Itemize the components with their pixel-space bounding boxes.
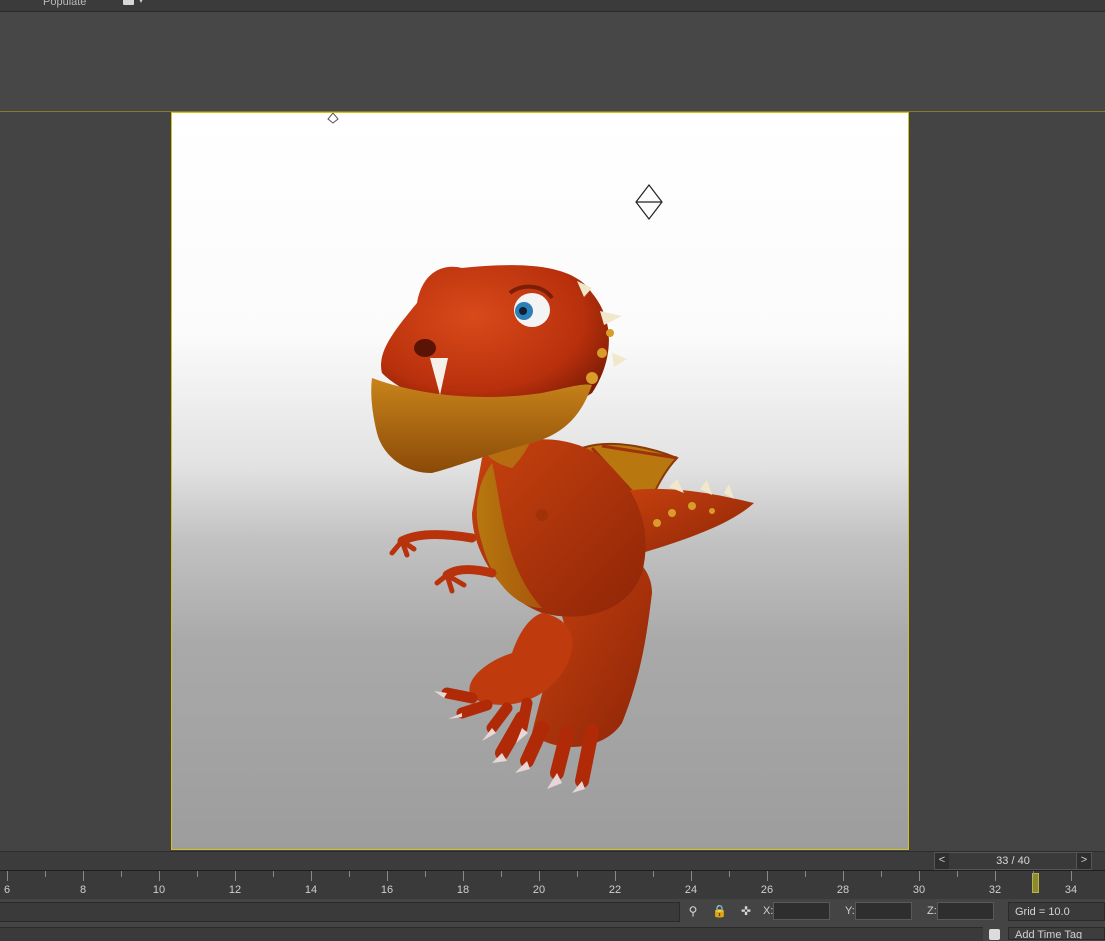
ruler-major-tick (919, 871, 920, 881)
absolute-transform-icon[interactable]: ✜ (739, 904, 753, 918)
ruler-major-tick (311, 871, 312, 881)
ruler-major-tick (615, 871, 616, 881)
ruler-major-tick (83, 871, 84, 881)
light-gizmo-small (327, 113, 339, 124)
ruler-major-tick (159, 871, 160, 881)
chevron-down-icon[interactable]: ▾ (139, 0, 143, 5)
ruler-frame-label: 22 (608, 884, 622, 896)
ruler-minor-tick (577, 871, 578, 877)
ruler-frame-label: 6 (3, 884, 11, 896)
ruler-minor-tick (121, 871, 122, 877)
ruler-minor-tick (197, 871, 198, 877)
ruler-frame-label: 24 (684, 884, 698, 896)
ruler-frame-label: 12 (228, 884, 242, 896)
ruler-major-tick (995, 871, 996, 881)
x-coord-label: X: (763, 905, 774, 917)
ruler-frame-label: 32 (988, 884, 1002, 896)
ruler-frame-label: 14 (304, 884, 318, 896)
time-slider[interactable]: < 33 / 40 > (934, 852, 1092, 870)
ruler-minor-tick (653, 871, 654, 877)
ruler-major-tick (539, 871, 540, 881)
frame-counter[interactable]: 33 / 40 (949, 853, 1077, 869)
x-coord-field[interactable] (773, 902, 830, 920)
ruler-frame-label: 8 (79, 884, 87, 896)
ruler-minor-tick (881, 871, 882, 877)
y-coord-label: Y: (845, 905, 855, 917)
ruler-frame-label: 18 (456, 884, 470, 896)
y-coord-field[interactable] (855, 902, 912, 920)
ruler-frame-label: 30 (912, 884, 926, 896)
top-toolbar-strip: Populate ▾ (0, 0, 1105, 12)
ruler-frame-label: 16 (380, 884, 394, 896)
lock-selection-icon[interactable]: 🔒 (712, 904, 727, 918)
dragon-scene (327, 113, 754, 793)
ruler-frame-label: 20 (532, 884, 546, 896)
ruler-frame-label: 34 (1064, 884, 1078, 896)
ruler-minor-tick (425, 871, 426, 877)
z-coord-field[interactable] (937, 902, 994, 920)
next-frame-button[interactable]: > (1076, 853, 1091, 869)
ruler-major-tick (1071, 871, 1072, 881)
z-coord-label: Z: (927, 905, 937, 917)
ruler-frame-label: 26 (760, 884, 774, 896)
ruler-minor-tick (729, 871, 730, 877)
key-filter-icon[interactable]: ⚲ (686, 904, 700, 918)
populate-tab[interactable]: Populate (43, 0, 86, 8)
maxscript-listener-field[interactable] (0, 927, 983, 941)
grid-size-display: Grid = 10.0 (1008, 902, 1105, 921)
ruler-major-tick (843, 871, 844, 881)
object-paint-icon[interactable] (123, 0, 134, 5)
camera-target-gizmo (635, 184, 663, 220)
ruler-minor-tick (349, 871, 350, 877)
dragon-head (371, 265, 627, 473)
ruler-major-tick (7, 871, 8, 881)
add-time-tag-button[interactable]: Add Time Tag (1008, 927, 1105, 940)
ruler-minor-tick (501, 871, 502, 877)
previous-frame-button[interactable]: < (935, 853, 950, 869)
ruler-minor-tick (957, 871, 958, 877)
safe-frame-render[interactable] (171, 112, 909, 850)
ruler-frame-label: 28 (836, 884, 850, 896)
ruler-minor-tick (1033, 871, 1034, 877)
ruler-major-tick (463, 871, 464, 881)
prompt-line (0, 902, 680, 922)
ruler-minor-tick (805, 871, 806, 877)
time-tag-icon[interactable] (989, 929, 1000, 940)
ruler-minor-tick (273, 871, 274, 877)
ruler-major-tick (767, 871, 768, 881)
ruler-minor-tick (45, 871, 46, 877)
ruler-major-tick (387, 871, 388, 881)
ribbon-panel (0, 12, 1105, 111)
ruler-frame-label: 10 (152, 884, 166, 896)
track-bar-ruler[interactable]: 6 8 10 12 14 16 18 20 22 24 26 28 30 32 34 (0, 870, 1105, 900)
ruler-major-tick (235, 871, 236, 881)
ruler-major-tick (691, 871, 692, 881)
